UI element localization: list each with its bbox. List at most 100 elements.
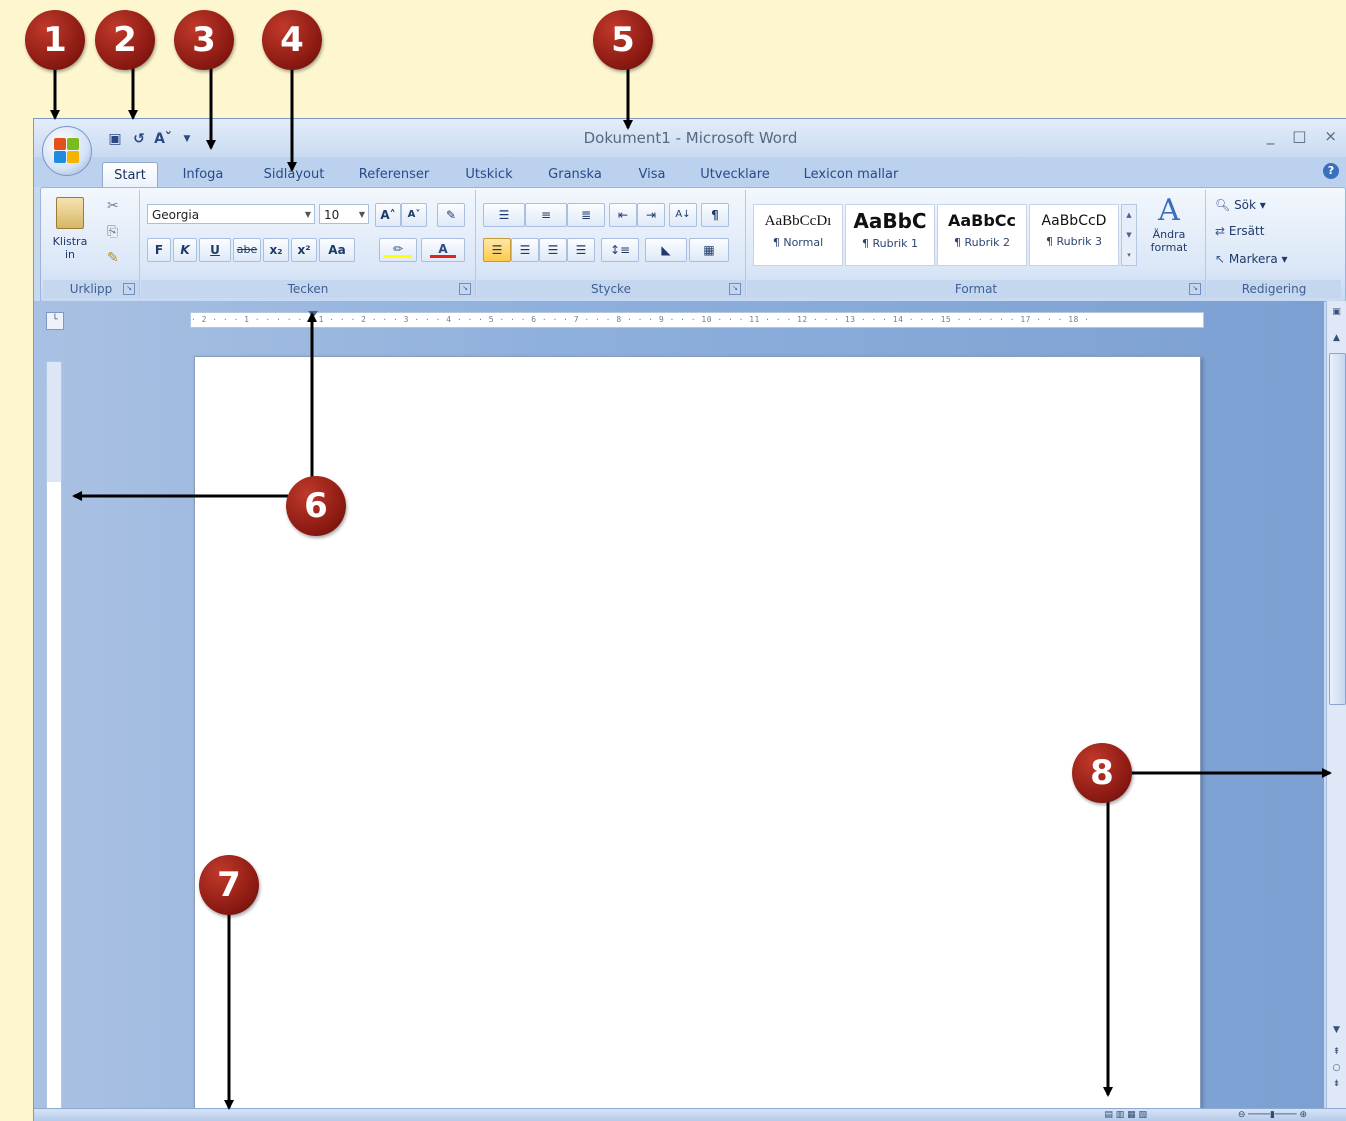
strikethrough-button[interactable]: abe xyxy=(233,238,261,262)
vertical-ruler[interactable] xyxy=(46,361,62,1111)
callout-6: 6 xyxy=(286,476,346,536)
style-rubrik-2[interactable]: AaBbCc ¶ Rubrik 2 xyxy=(937,204,1027,266)
styles-scroll[interactable]: ▲ ▼ ▾ xyxy=(1121,204,1137,266)
callout-5: 5 xyxy=(593,10,653,70)
font-launcher-icon[interactable]: ↘ xyxy=(459,283,471,295)
document-page[interactable] xyxy=(194,356,1201,1118)
change-styles-icon: A xyxy=(1158,193,1180,228)
bullets-button[interactable]: ☰ xyxy=(483,203,525,227)
justify-button[interactable]: ☰ xyxy=(567,238,595,262)
font-name-combo[interactable]: Georgia ▼ xyxy=(147,204,315,224)
view-buttons[interactable]: ▤ ▥ ▦ ▧ xyxy=(1104,1109,1147,1121)
find-button[interactable]: 🔍︎ Sök ▾ xyxy=(1215,198,1266,212)
tab-referenser[interactable]: Referenser xyxy=(350,162,438,187)
scroll-up-icon[interactable]: ▲ xyxy=(1329,331,1344,345)
decrease-indent-button[interactable]: ⇤ xyxy=(609,203,637,227)
zoom-slider[interactable]: ⊖ ────▮──── ⊕ xyxy=(1238,1109,1307,1121)
select-label: Markera xyxy=(1228,252,1278,266)
clear-format-button[interactable]: ✎ xyxy=(437,203,465,227)
line-spacing-button[interactable]: ↕≡ xyxy=(601,238,639,262)
word-window: ▣ ↺ Aˇ ▼ Dokument1 - Microsoft Word _ □ … xyxy=(33,118,1346,1121)
browse-object-icon[interactable]: ○ xyxy=(1329,1061,1344,1075)
callout-4: 4 xyxy=(262,10,322,70)
tab-granska[interactable]: Granska xyxy=(540,162,610,187)
style-rubrik-3[interactable]: AaBbCcD ¶ Rubrik 3 xyxy=(1029,204,1119,266)
window-controls: _ □ × xyxy=(1267,127,1337,145)
style-rubrik-1[interactable]: AaBbC ¶ Rubrik 1 xyxy=(845,204,935,266)
styles-group-label: Format xyxy=(747,280,1205,298)
select-button[interactable]: ↖ Markera ▾ xyxy=(1215,252,1288,266)
vruler-margin xyxy=(47,362,61,482)
highlight-button[interactable]: ✏ xyxy=(379,238,417,262)
maximize-button[interactable]: □ xyxy=(1292,127,1306,145)
align-right-button[interactable]: ☰ xyxy=(539,238,567,262)
callout-8: 8 xyxy=(1072,743,1132,803)
tab-infoga[interactable]: Infoga xyxy=(172,162,234,187)
editing-group-label: Redigering xyxy=(1207,280,1341,298)
paragraph-launcher-icon[interactable]: ↘ xyxy=(729,283,741,295)
vertical-scrollbar[interactable]: ▣ ▲ ▼ ⇞ ○ ⇟ xyxy=(1326,301,1346,1109)
previous-page-icon[interactable]: ⇞ xyxy=(1329,1045,1344,1059)
style-name: ¶ Rubrik 1 xyxy=(861,237,919,250)
ribbon-tabs: Start Infoga Sidlayout Referenser Utskic… xyxy=(34,157,1346,188)
close-button[interactable]: × xyxy=(1324,127,1337,145)
change-case-button[interactable]: Aa xyxy=(319,238,355,262)
style-name: ¶ Rubrik 3 xyxy=(1045,235,1103,248)
format-painter-icon[interactable]: ✎ xyxy=(107,250,119,266)
office-button[interactable] xyxy=(42,126,92,176)
change-styles-label-1: Ändra xyxy=(1152,228,1186,241)
next-page-icon[interactable]: ⇟ xyxy=(1329,1077,1344,1091)
title-bar: ▣ ↺ Aˇ ▼ Dokument1 - Microsoft Word _ □ … xyxy=(34,119,1346,157)
increase-indent-button[interactable]: ⇥ xyxy=(637,203,665,227)
grow-font-button[interactable]: A˄ xyxy=(375,203,401,227)
ruler-scale: · 2 · · · 1 · · · · · · 1 · · · 2 · · · … xyxy=(191,315,1090,324)
ruler-toggle-icon[interactable]: ▣ xyxy=(1329,305,1344,319)
minimize-button[interactable]: _ xyxy=(1267,127,1275,145)
styles-launcher-icon[interactable]: ↘ xyxy=(1189,283,1201,295)
chevron-down-icon: ▼ xyxy=(358,210,365,219)
tab-utskick[interactable]: Utskick xyxy=(458,162,520,187)
font-size-combo[interactable]: 10 ▼ xyxy=(319,204,369,224)
paste-button[interactable]: Klistra in xyxy=(49,194,91,276)
subscript-button[interactable]: x₂ xyxy=(263,238,289,262)
font-color-button[interactable]: A xyxy=(421,238,465,262)
scroll-down-icon[interactable]: ▼ xyxy=(1329,1023,1344,1037)
shading-button[interactable]: ◣ xyxy=(645,238,687,262)
bold-button[interactable]: F xyxy=(147,238,171,262)
replace-icon: ⇄ xyxy=(1215,224,1226,238)
tab-start[interactable]: Start xyxy=(102,162,158,188)
borders-button[interactable]: ▦ xyxy=(689,238,729,262)
tab-utvecklare[interactable]: Utvecklare xyxy=(694,162,776,187)
style-normal[interactable]: AaBbCcDı ¶ Normal xyxy=(753,204,843,266)
cut-icon[interactable]: ✂ xyxy=(107,198,119,214)
tab-lexicon-mallar[interactable]: Lexicon mallar xyxy=(796,162,906,187)
font-group: Georgia ▼ 10 ▼ A˄ A˅ ✎ F K U abe x₂ x² A… xyxy=(141,190,476,298)
replace-button[interactable]: ⇄ Ersätt xyxy=(1215,224,1264,238)
paragraph-group-label: Stycke xyxy=(477,280,745,298)
tab-selector-button[interactable]: └ xyxy=(46,312,64,330)
clipboard-launcher-icon[interactable]: ↘ xyxy=(123,283,135,295)
change-styles-button[interactable]: A Ändra format xyxy=(1139,194,1199,274)
binoculars-icon: 🔍︎ xyxy=(1215,198,1231,212)
help-icon[interactable]: ? xyxy=(1323,163,1339,179)
superscript-button[interactable]: x² xyxy=(291,238,317,262)
underline-button[interactable]: U xyxy=(199,238,231,262)
sort-button[interactable]: A↓ xyxy=(669,203,697,227)
chevron-down-icon: ▼ xyxy=(304,210,311,219)
tab-visa[interactable]: Visa xyxy=(630,162,674,187)
align-center-button[interactable]: ☰ xyxy=(511,238,539,262)
align-left-button[interactable]: ☰ xyxy=(483,238,511,262)
numbering-button[interactable]: ≡ xyxy=(525,203,567,227)
replace-label: Ersätt xyxy=(1228,224,1265,238)
horizontal-ruler[interactable]: · 2 · · · 1 · · · · · · 1 · · · 2 · · · … xyxy=(190,312,1204,328)
scroll-thumb[interactable] xyxy=(1329,353,1346,705)
show-marks-button[interactable]: ¶ xyxy=(701,203,729,227)
indent-marker-icon[interactable] xyxy=(308,311,318,318)
italic-button[interactable]: K xyxy=(173,238,197,262)
copy-icon[interactable]: ⎘ xyxy=(107,224,118,240)
multilevel-list-button[interactable]: ≣ xyxy=(567,203,605,227)
callout-3: 3 xyxy=(174,10,234,70)
select-icon: ↖ xyxy=(1215,252,1226,266)
tab-sidlayout[interactable]: Sidlayout xyxy=(254,162,334,187)
shrink-font-button[interactable]: A˅ xyxy=(401,203,427,227)
